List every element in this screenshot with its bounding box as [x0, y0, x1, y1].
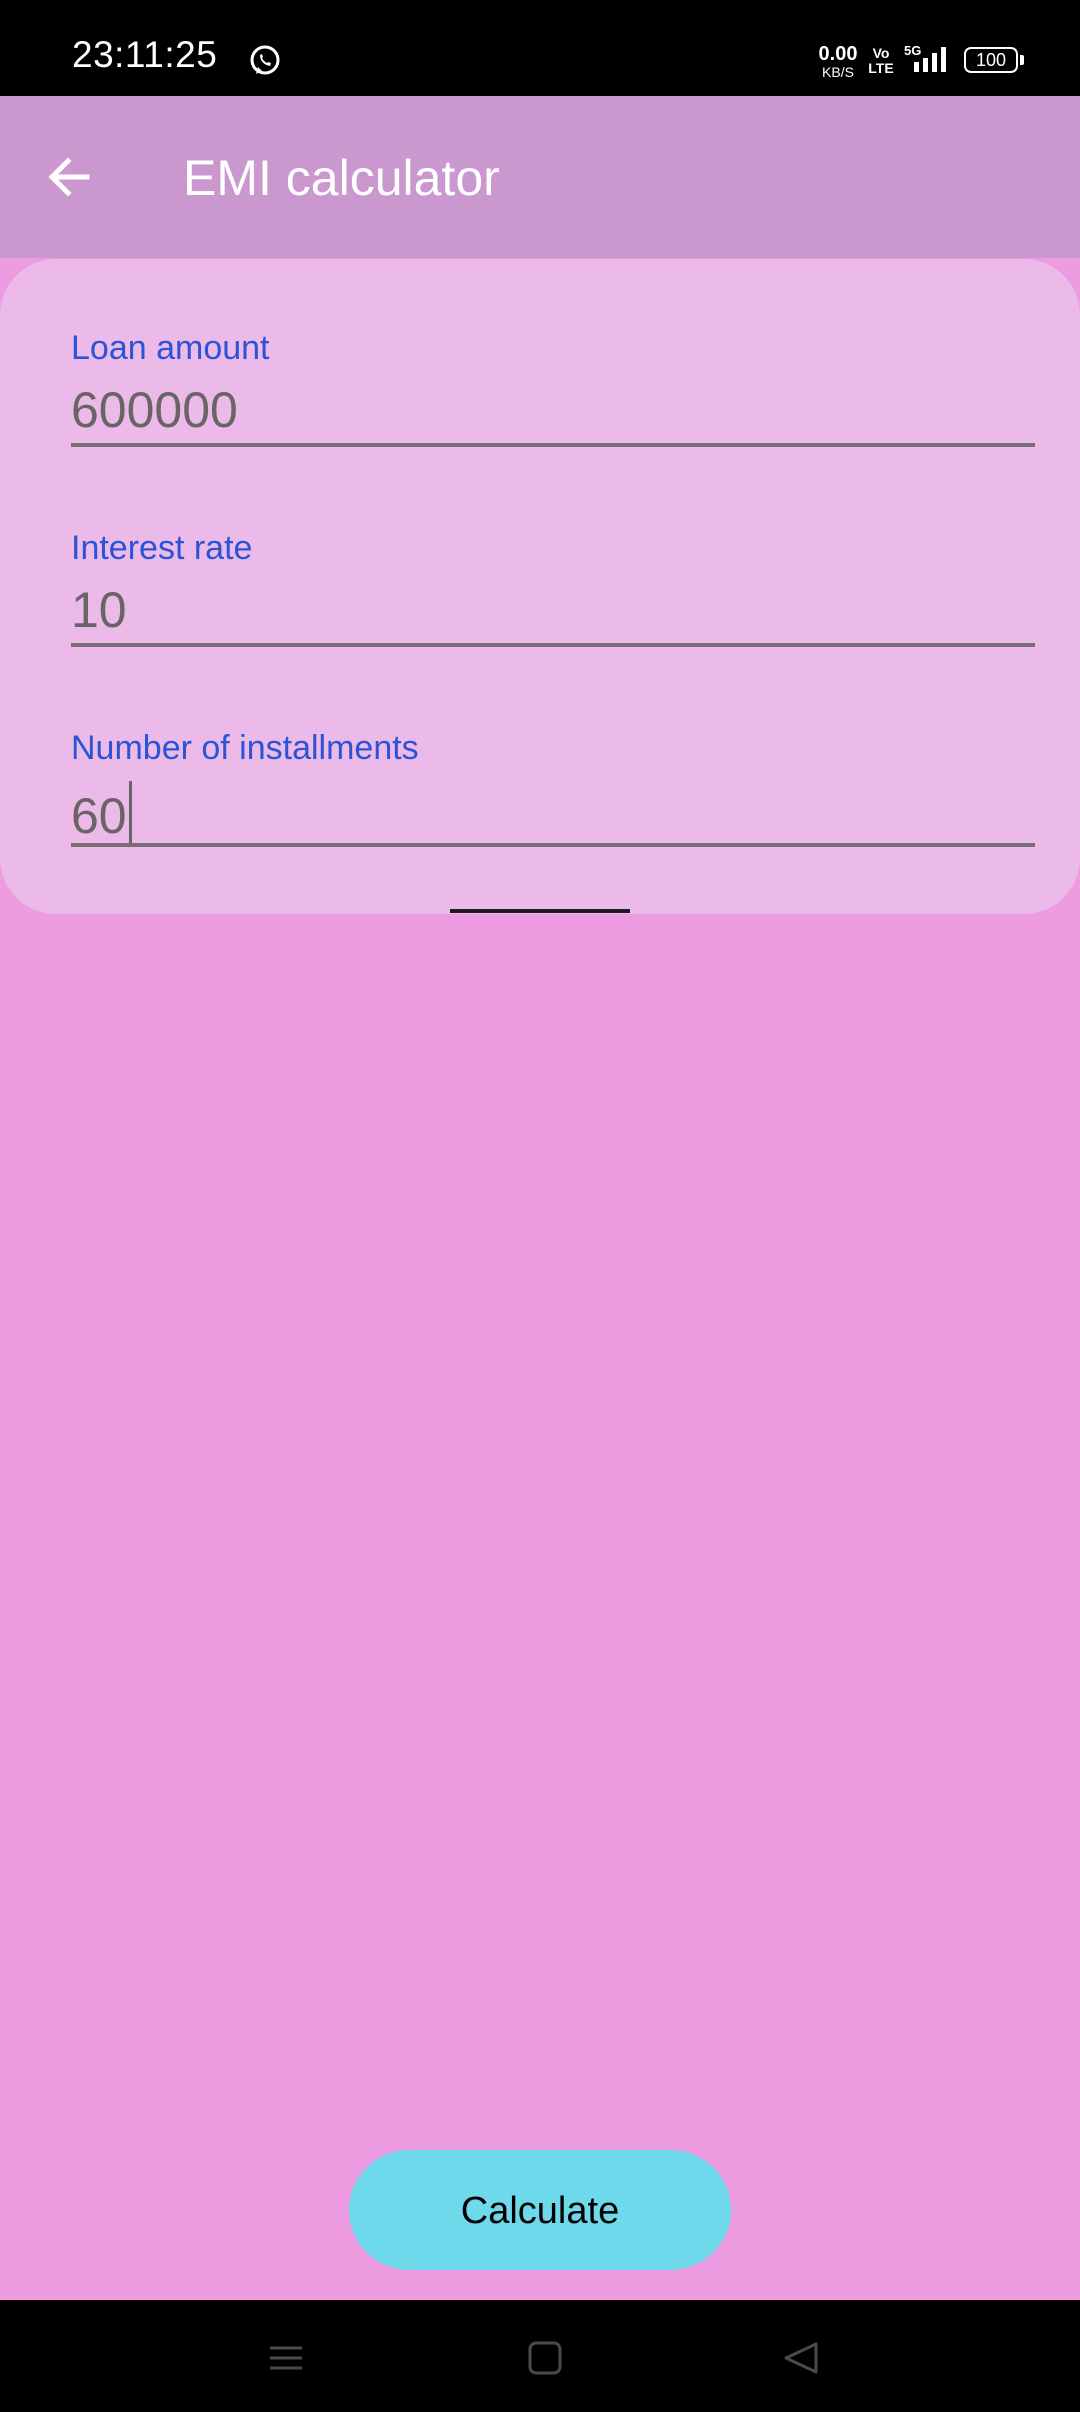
triangle-back-icon [784, 2342, 818, 2374]
status-time: 23:11:25 [72, 34, 218, 75]
interest-rate-input[interactable]: 10 [71, 581, 127, 639]
back-button[interactable] [28, 136, 110, 218]
installments-label: Number of installments [71, 729, 419, 767]
battery-indicator: 100 [964, 47, 1018, 73]
status-bar: 23:11:25 0.00 KB/S Vo LTE 5G 100 [0, 0, 1080, 96]
loan-amount-field[interactable]: Loan amount 600000 [71, 329, 1035, 449]
arrow-left-icon [48, 157, 90, 197]
installments-input[interactable]: 60 [71, 788, 127, 844]
installments-field[interactable]: Number of installments 60 [71, 729, 1035, 849]
square-icon [528, 2341, 562, 2375]
page-title: EMI calculator [183, 150, 500, 206]
interest-rate-field[interactable]: Interest rate 10 [71, 529, 1035, 649]
loan-amount-input[interactable]: 600000 [71, 381, 238, 439]
text-caret [128, 781, 132, 843]
net-speed-unit: KB/S [822, 64, 854, 80]
nav-recents-button[interactable] [256, 2328, 316, 2388]
volte-bottom: LTE [868, 59, 894, 76]
network-type-label: 5G [904, 44, 921, 58]
app-bar: EMI calculator [0, 96, 1080, 258]
nav-home-button[interactable] [515, 2328, 575, 2388]
battery-tip [1020, 55, 1024, 65]
net-speed-value: 0.00 [818, 43, 858, 65]
installments-underline [71, 843, 1035, 847]
calculate-button[interactable]: Calculate [349, 2150, 731, 2270]
nav-back-button[interactable] [770, 2328, 830, 2388]
whatsapp-icon [248, 44, 282, 78]
net-speed: 0.00 KB/S [812, 44, 864, 79]
signal-icon: 5G [904, 43, 954, 74]
installments-input-wrap[interactable]: 60 [71, 781, 132, 845]
loan-amount-underline [71, 443, 1035, 447]
form-card: Loan amount 600000 Interest rate 10 Numb… [0, 259, 1080, 914]
menu-lines-icon [270, 2346, 302, 2370]
volte-top: Vo [872, 45, 890, 61]
interest-rate-underline [71, 643, 1035, 647]
navigation-bar [0, 2300, 1080, 2412]
interest-rate-label: Interest rate [71, 529, 253, 567]
scroll-indicator [450, 909, 630, 913]
loan-amount-label: Loan amount [71, 329, 270, 367]
volte-indicator: Vo LTE [868, 46, 894, 75]
